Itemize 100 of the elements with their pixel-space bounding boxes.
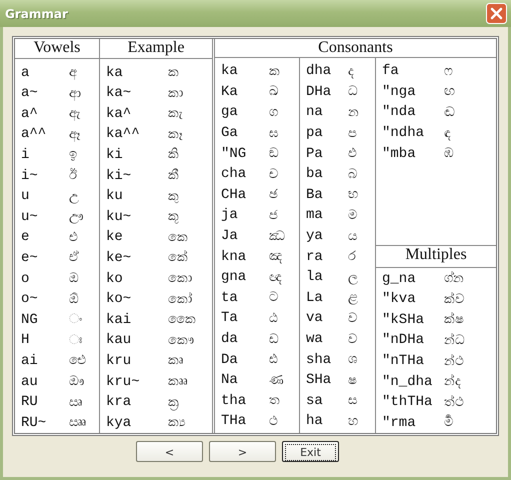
forward-button[interactable]: > xyxy=(209,441,276,462)
sinhala-letter: ඹ xyxy=(444,146,454,162)
sinhala-letter: ග්න xyxy=(444,271,464,286)
code-cell-text: "nga xyxy=(382,84,417,100)
column-header: Vowels xyxy=(15,39,99,60)
code-cell-text: RU xyxy=(21,394,39,410)
code-cell-text: ba xyxy=(306,166,324,182)
sinhala-letter: ව xyxy=(348,310,357,326)
code-cell-text: Na xyxy=(221,372,239,388)
sinhala-letter: ඡ xyxy=(269,187,278,202)
code-cell-text: o~ xyxy=(21,291,39,308)
sinhala-letter: ඛ xyxy=(269,84,278,100)
sinhala-letter: කෛ xyxy=(168,312,196,328)
sinhala-letter: ං xyxy=(69,312,82,328)
sinhala-letter: න්ථ xyxy=(444,354,464,369)
code-cell-text: la xyxy=(306,269,324,286)
sinhala-letter: කා xyxy=(168,86,183,101)
sinhala-letter: ප xyxy=(348,126,357,141)
code-cell-text: sa xyxy=(306,392,324,409)
sinhala-letter: ළ xyxy=(348,290,358,306)
code-cell-text: ta xyxy=(221,290,239,306)
sinhala-letter: ව xyxy=(348,332,357,347)
sinhala-letter: ට xyxy=(269,290,278,306)
sinhala-letter: ඌ xyxy=(69,209,83,224)
sinhala-letter: බ xyxy=(348,166,357,182)
code-cell-text: dha xyxy=(306,63,332,80)
sinhala-letter: ත්ථ xyxy=(444,394,464,410)
code-cell-text: THa xyxy=(221,413,248,430)
code-cell-text: Pa xyxy=(306,146,324,162)
sinhala-letter: කැ xyxy=(168,106,183,122)
code-cell-text: ka xyxy=(106,64,124,81)
exit-button[interactable]: Exit xyxy=(282,441,339,462)
sinhala-letter: ඣ xyxy=(269,228,285,244)
code-cell-text: ka xyxy=(221,63,239,80)
sinhala-letter: කු xyxy=(168,188,179,204)
close-icon[interactable] xyxy=(486,3,507,24)
code-cell-text: "kva xyxy=(382,291,417,308)
sinhala-letter: ඵ xyxy=(348,146,357,162)
code-cell-text: a^^ xyxy=(21,126,48,142)
sinhala-letter: න xyxy=(348,104,359,120)
sinhala-letter: ර්‍ම xyxy=(444,415,453,430)
code-cell-text: "kSHa xyxy=(382,312,426,328)
sinhala-letter: භ xyxy=(348,187,358,202)
code-cell-text: cha xyxy=(221,166,248,182)
sinhala-letter: කෑ xyxy=(168,126,183,142)
sinhala-letter: කී xyxy=(168,168,179,184)
sinhala-letter: කි xyxy=(168,147,179,162)
sinhala-letter: ත xyxy=(269,393,280,408)
sinhala-letter: ඪ xyxy=(269,352,278,368)
back-button[interactable]: < xyxy=(136,441,203,462)
code-cell-text: "nTHa xyxy=(382,353,426,370)
sinhala-letter: ණ xyxy=(269,372,284,388)
code-cell-text: ai xyxy=(21,352,39,369)
sinhala-letter: එ xyxy=(69,230,78,245)
sinhala-letter: කේ xyxy=(168,250,188,266)
sinhala-letter: ය xyxy=(348,228,357,244)
code-cell-text: SHa xyxy=(306,372,332,388)
code-cell-text: ki xyxy=(106,146,124,163)
code-cell-text: ha xyxy=(306,413,324,430)
sinhala-letter: ඞ xyxy=(269,146,279,162)
code-cell-text: "NG xyxy=(221,146,248,162)
code-cell-text: CHa xyxy=(221,186,248,203)
code-cell-text: kya xyxy=(106,414,132,431)
sinhala-letter: කො xyxy=(168,271,192,286)
sinhala-letter: ෂ xyxy=(348,372,357,388)
code-cell-text: "nda xyxy=(382,104,417,120)
code-cell-text: tha xyxy=(221,392,248,409)
code-cell-text: ku xyxy=(106,188,124,204)
code-cell-text: H xyxy=(21,332,30,348)
sinhala-letter: ඩ xyxy=(269,332,279,347)
code-cell-text: "thTHa xyxy=(382,394,434,410)
code-cell-text: ko xyxy=(106,270,124,287)
sinhala-letter: ඝ xyxy=(269,126,278,141)
sinhala-letter: ජ xyxy=(269,208,278,223)
code-cell-text: fa xyxy=(382,63,400,80)
code-cell-text: wa xyxy=(306,331,324,348)
sinhala-letter: න්ධ xyxy=(444,332,465,348)
code-cell-text: ku~ xyxy=(106,208,132,225)
sinhala-letter: කූ xyxy=(168,209,179,224)
code-cell-text: NG xyxy=(21,312,39,328)
code-cell-text: a^ xyxy=(21,106,39,122)
code-cell-text: ka^ xyxy=(106,106,132,122)
sinhala-letter: ච xyxy=(269,166,278,182)
sinhala-letter: ඊ xyxy=(69,168,77,184)
code-cell-text: i xyxy=(21,146,30,163)
sinhala-letter: ම xyxy=(348,208,357,223)
sinhala-letter: ඓ xyxy=(69,353,86,368)
sinhala-letter: ඃ xyxy=(69,332,82,348)
code-cell-text: au xyxy=(21,374,39,390)
sinhala-letter: ක xyxy=(168,65,179,80)
sinhala-letter: ඬ xyxy=(444,104,455,120)
code-cell-text: Ba xyxy=(306,186,324,203)
sinhala-letter: ශ xyxy=(348,352,357,368)
code-cell-text: ke~ xyxy=(106,250,132,266)
code-cell-text: kru xyxy=(106,352,132,369)
sinhala-letter: ද xyxy=(348,64,354,79)
code-cell-text: "nDHa xyxy=(382,332,426,348)
code-cell-text: ka^^ xyxy=(106,126,141,142)
sinhala-letter: ක්ෂ xyxy=(444,312,464,328)
sinhala-letter: ඕ xyxy=(69,292,79,307)
